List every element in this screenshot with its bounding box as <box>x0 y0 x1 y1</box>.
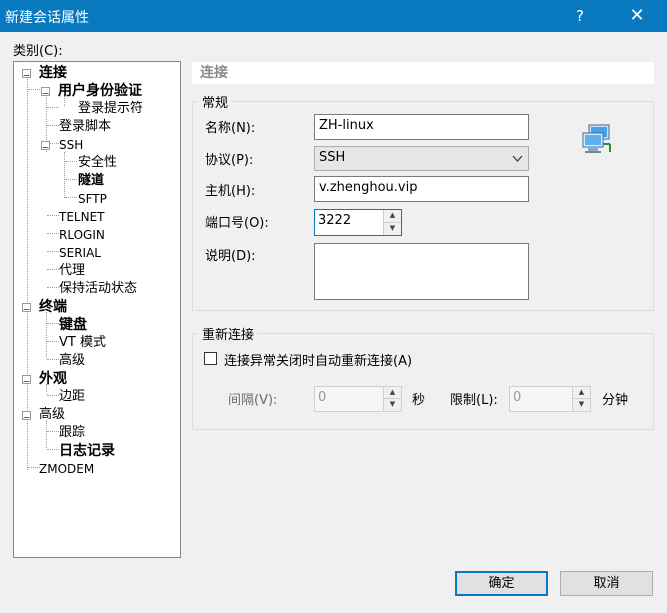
computer-network-icon <box>580 122 614 156</box>
interval-unit: 秒 <box>412 393 426 408</box>
tree-item-security[interactable]: 安全性 <box>78 154 117 172</box>
tree-item-terminal-advanced[interactable]: 高级 <box>59 352 85 370</box>
close-button[interactable]: ✕ <box>624 2 650 30</box>
host-field[interactable]: v.zhenghou.vip <box>314 176 529 202</box>
chevron-down-icon <box>512 147 523 178</box>
category-label: 类别(C): <box>13 44 63 59</box>
description-label: 说明(D): <box>205 249 256 264</box>
tree-item-login-script[interactable]: 登录脚本 <box>59 118 111 136</box>
port-label: 端口号(O): <box>205 216 269 231</box>
expander-terminal[interactable]: − <box>22 303 31 315</box>
auto-reconnect-label[interactable]: 连接异常关闭时自动重新连接(A) <box>224 350 412 369</box>
name-field[interactable]: ZH-linux <box>314 114 529 140</box>
tree-item-trace[interactable]: 跟踪 <box>59 424 85 442</box>
protocol-select[interactable]: SSH <box>314 146 529 171</box>
category-tree[interactable]: − − − − − − 连接 用户身份验证 登录提示符 登录脚本 SSH 安全性… <box>13 61 181 558</box>
window-title: 新建会话属性 <box>5 10 89 26</box>
tree-item-telnet[interactable]: TELNET <box>59 208 105 226</box>
tree-item-auth[interactable]: 用户身份验证 <box>58 82 142 100</box>
reconnect-group <box>192 333 654 430</box>
tree-item-logging[interactable]: 日志记录 <box>59 442 115 460</box>
expander-advanced[interactable]: − <box>22 411 31 423</box>
tree-item-appearance[interactable]: 外观 <box>39 370 67 388</box>
interval-label: 间隔(V): <box>228 393 278 408</box>
title-bar: 新建会话属性 ? ✕ <box>0 0 667 32</box>
general-legend: 常规 <box>199 92 232 111</box>
interval-value: 0 <box>318 390 327 405</box>
port-value: 3222 <box>318 213 352 228</box>
tree-item-ssh[interactable]: SSH <box>59 136 83 154</box>
tree-item-terminal[interactable]: 终端 <box>39 298 67 316</box>
limit-down-arrow-icon[interactable]: ▼ <box>573 399 590 411</box>
ok-button[interactable]: 确定 <box>455 571 548 596</box>
interval-stepper[interactable]: 0 ▲ ▼ <box>314 386 402 412</box>
interval-up-arrow-icon[interactable]: ▲ <box>384 387 401 399</box>
tree-item-tunnel[interactable]: 隧道 <box>78 172 104 190</box>
auto-reconnect-checkbox[interactable] <box>204 352 217 365</box>
port-up-arrow-icon[interactable]: ▲ <box>384 210 401 223</box>
tree-item-margin[interactable]: 边距 <box>59 388 85 406</box>
name-label: 名称(N): <box>205 121 256 136</box>
expander-ssh[interactable]: − <box>41 141 50 153</box>
limit-up-arrow-icon[interactable]: ▲ <box>573 387 590 399</box>
limit-value: 0 <box>513 390 522 405</box>
tree-item-rlogin[interactable]: RLOGIN <box>59 226 105 244</box>
tree-item-serial[interactable]: SERIAL <box>59 244 101 262</box>
tree-item-keyboard[interactable]: 键盘 <box>59 316 87 334</box>
tree-item-proxy[interactable]: 代理 <box>59 262 85 280</box>
tree-item-login-prompt[interactable]: 登录提示符 <box>78 100 143 118</box>
tree-item-vt-mode[interactable]: VT 模式 <box>59 334 106 352</box>
help-button[interactable]: ? <box>570 4 590 28</box>
limit-label: 限制(L): <box>450 393 498 408</box>
expander-auth[interactable]: − <box>41 87 50 99</box>
tree-item-advanced[interactable]: 高级 <box>39 406 65 424</box>
protocol-value: SSH <box>319 150 346 165</box>
protocol-label: 协议(P): <box>205 153 254 168</box>
reconnect-legend: 重新连接 <box>199 324 258 343</box>
host-label: 主机(H): <box>205 184 256 199</box>
tree-item-connection[interactable]: 连接 <box>39 64 67 82</box>
description-field[interactable] <box>314 243 529 300</box>
tree-item-zmodem[interactable]: ZMODEM <box>39 460 94 478</box>
interval-down-arrow-icon[interactable]: ▼ <box>384 399 401 411</box>
tree-item-keepalive[interactable]: 保持活动状态 <box>59 280 137 298</box>
limit-unit: 分钟 <box>602 393 629 408</box>
port-down-arrow-icon[interactable]: ▼ <box>384 222 401 235</box>
limit-stepper[interactable]: 0 ▲ ▼ <box>509 386 591 412</box>
expander-appearance[interactable]: − <box>22 375 31 387</box>
cancel-button[interactable]: 取消 <box>560 571 653 596</box>
tree-item-sftp[interactable]: SFTP <box>78 190 107 208</box>
port-stepper[interactable]: 3222 ▲ ▼ <box>314 209 402 236</box>
section-title: 连接 <box>192 62 654 84</box>
expander-connection[interactable]: − <box>22 69 31 81</box>
